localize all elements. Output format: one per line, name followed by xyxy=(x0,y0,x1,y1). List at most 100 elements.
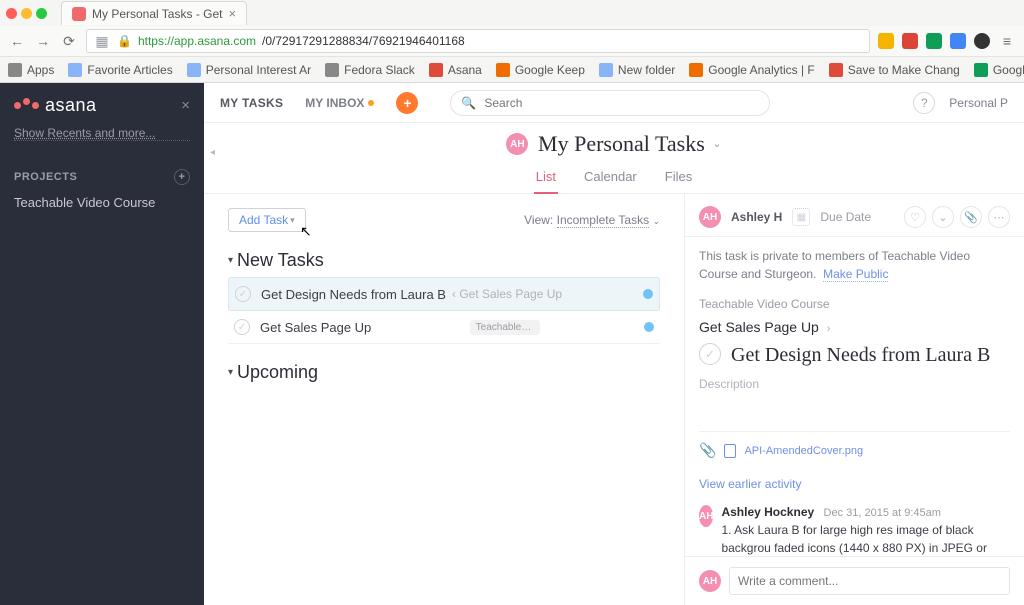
view-value: Incomplete Tasks xyxy=(557,213,650,228)
nav-reload-icon[interactable]: ⟳ xyxy=(60,33,78,50)
nav-my-tasks[interactable]: MY TASKS xyxy=(220,96,283,110)
ext-icon[interactable] xyxy=(902,33,918,49)
bookmark-icon xyxy=(974,63,988,77)
task-detail-pane: AH Ashley H ▦ Due Date ♡ ⌄ 📎 ⋯ This task… xyxy=(684,194,1024,605)
subtask-icon[interactable]: ⌄ xyxy=(932,206,954,228)
bookmark-label: Google Keep xyxy=(515,63,585,77)
page-header: AH My Personal Tasks ⌄ List Calendar Fil… xyxy=(204,123,1024,194)
like-icon[interactable]: ♡ xyxy=(904,206,926,228)
bookmark-icon xyxy=(689,63,703,77)
task-row[interactable]: ✓Get Sales Page UpTeachable … xyxy=(228,311,660,344)
add-task-label: Add Task xyxy=(239,213,288,227)
tab-list[interactable]: List xyxy=(534,163,558,194)
bookmark-item[interactable]: Google Keep xyxy=(496,63,585,77)
nav-my-inbox[interactable]: MY INBOX xyxy=(305,96,374,110)
task-complete-checkbox[interactable]: ✓ xyxy=(235,286,251,302)
sidebar-project-item[interactable]: Teachable Video Course xyxy=(14,195,190,210)
ext-icon[interactable] xyxy=(974,33,990,49)
description-field[interactable]: Description xyxy=(699,377,1010,391)
browser-menu-icon[interactable]: ≡ xyxy=(998,33,1016,49)
project-crumb[interactable]: Teachable Video Course xyxy=(699,297,1010,311)
detail-body: This task is private to members of Teach… xyxy=(685,237,1024,556)
view-earlier-activity[interactable]: View earlier activity xyxy=(699,477,801,491)
bookmark-item[interactable]: Save to Make Chang xyxy=(829,63,960,77)
header-tabs: List Calendar Files xyxy=(204,163,1024,194)
lock-icon: 🔒 xyxy=(117,34,132,48)
window-minimize-icon[interactable] xyxy=(21,8,32,19)
title-dropdown-icon[interactable]: ⌄ xyxy=(712,138,721,150)
task-complete-checkbox[interactable]: ✓ xyxy=(234,319,250,335)
ext-icon[interactable] xyxy=(926,33,942,49)
browser-tab[interactable]: My Personal Tasks - Get × xyxy=(61,1,247,25)
comment: AH Ashley Hockney Dec 31, 2015 at 9:45am… xyxy=(699,505,1010,556)
nav-back-icon[interactable]: ← xyxy=(8,33,26,49)
help-icon[interactable]: ? xyxy=(913,92,935,114)
complete-checkbox[interactable]: ✓ xyxy=(699,343,721,365)
bookmark-item[interactable]: Google Analytics | F xyxy=(689,63,815,77)
search-field[interactable]: 🔍 xyxy=(450,90,770,116)
attachment-row[interactable]: 📎 API-AmendedCover.png xyxy=(699,431,1010,459)
pane-collapse-icon[interactable]: ◂ xyxy=(210,147,215,158)
due-date-label[interactable]: Due Date xyxy=(820,210,871,224)
task-list-pane: Add Task ▾ ↖ View: Incomplete Tasks ⌄ xyxy=(204,194,684,605)
logo[interactable]: asana xyxy=(14,95,97,116)
bookmark-label: Fedora Slack xyxy=(344,63,415,77)
window-close-icon[interactable] xyxy=(6,8,17,19)
task-row[interactable]: ✓Get Design Needs from Laura B ‹ Get Sal… xyxy=(228,277,660,311)
bookmark-item[interactable]: Google Drive xyxy=(974,63,1024,77)
bookmark-item[interactable]: Fedora Slack xyxy=(325,63,415,77)
address-field[interactable]: ▦ 🔒 https://app.asana.com/0/729172912888… xyxy=(86,29,870,53)
favicon-icon xyxy=(72,7,86,21)
bookmark-item[interactable]: Personal Interest Ar xyxy=(187,63,311,77)
address-bar: ← → ⟳ ▦ 🔒 https://app.asana.com/0/729172… xyxy=(0,26,1024,56)
url-host: https://app.asana.com xyxy=(138,34,256,48)
logo-text: asana xyxy=(45,95,97,116)
section-new-tasks[interactable]: ▾ New Tasks xyxy=(228,250,660,271)
bookmark-item[interactable]: Apps xyxy=(8,63,54,77)
nav-forward-icon[interactable]: → xyxy=(34,33,52,49)
header-avatar: AH xyxy=(506,133,528,155)
logo-icon xyxy=(14,102,39,109)
tab-files[interactable]: Files xyxy=(663,163,694,193)
task-title: Get Sales Page Up xyxy=(260,320,371,335)
tab-close-icon[interactable]: × xyxy=(229,6,237,21)
app: asana × Show Recents and more... PROJECT… xyxy=(0,83,1024,605)
assignee-name[interactable]: Ashley H xyxy=(731,210,782,224)
bookmark-icon xyxy=(8,63,22,77)
window-zoom-icon[interactable] xyxy=(36,8,47,19)
bookmark-label: Google Drive xyxy=(993,63,1024,77)
add-task-button[interactable]: Add Task ▾ xyxy=(228,208,306,232)
section-label: Upcoming xyxy=(237,362,318,383)
comment-input[interactable] xyxy=(729,567,1010,595)
calendar-icon[interactable]: ▦ xyxy=(792,208,810,226)
ext-icon[interactable] xyxy=(950,33,966,49)
section-upcoming[interactable]: ▾ Upcoming xyxy=(228,362,660,383)
ext-icon[interactable] xyxy=(878,33,894,49)
bookmark-label: New folder xyxy=(618,63,675,77)
file-icon xyxy=(724,444,736,458)
attach-icon[interactable]: 📎 xyxy=(960,206,982,228)
assignee-avatar[interactable]: AH xyxy=(699,206,721,228)
bookmark-item[interactable]: Asana xyxy=(429,63,482,77)
recents-link[interactable]: Show Recents and more... xyxy=(14,126,190,141)
bookmark-icon xyxy=(429,63,443,77)
view-selector[interactable]: View: Incomplete Tasks ⌄ xyxy=(524,213,660,227)
bookmark-item[interactable]: Favorite Articles xyxy=(68,63,172,77)
task-title[interactable]: Get Design Needs from Laura B xyxy=(731,343,990,367)
more-icon[interactable]: ⋯ xyxy=(988,206,1010,228)
page-info-icon[interactable]: ▦ xyxy=(93,33,111,50)
bookmark-item[interactable]: New folder xyxy=(599,63,675,77)
profile-menu[interactable]: Personal P xyxy=(949,96,1008,110)
parent-task[interactable]: Get Sales Page Up › xyxy=(699,319,1010,335)
tab-calendar[interactable]: Calendar xyxy=(582,163,639,193)
view-prefix: View: xyxy=(524,213,553,227)
bookmark-label: Apps xyxy=(27,63,54,77)
search-input[interactable] xyxy=(484,96,759,110)
url-path: /0/72917291288834/76921946401168 xyxy=(262,34,465,48)
add-project-icon[interactable]: + xyxy=(174,169,190,185)
bookmark-label: Google Analytics | F xyxy=(708,63,815,77)
list-controls: Add Task ▾ ↖ View: Incomplete Tasks ⌄ xyxy=(228,208,660,232)
make-public-link[interactable]: Make Public xyxy=(823,267,888,282)
sidebar-collapse-icon[interactable]: × xyxy=(181,97,190,114)
global-add-button[interactable]: + xyxy=(396,92,418,114)
